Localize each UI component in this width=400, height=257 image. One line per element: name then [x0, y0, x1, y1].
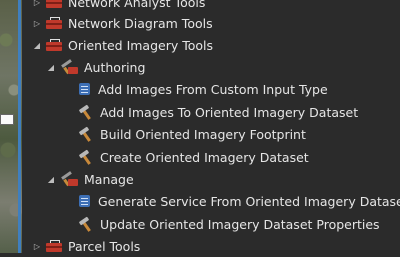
collapse-arrow-icon[interactable]: ◢ [46, 62, 56, 72]
tool-generate-service-from-oriented-imagery-dataset[interactable]: Generate Service From Oriented Imagery D… [78, 190, 400, 212]
tree-item-label: Authoring [84, 59, 146, 75]
map-view-edge [0, 0, 22, 253]
map-view-border [18, 0, 21, 253]
tool-label: Add Images From Custom Input Type [98, 81, 328, 97]
tree-item-authoring-toolset[interactable]: ◢ Authoring [46, 56, 145, 78]
script-tool-icon [78, 194, 92, 208]
hammer-tool-icon [78, 216, 94, 232]
geoprocessing-toolbox-tree: ▷ Network Analyst Tools ▷ Network Diagra… [22, 0, 400, 254]
tool-build-oriented-imagery-footprint[interactable]: Build Oriented Imagery Footprint [78, 123, 306, 145]
tool-label: Build Oriented Imagery Footprint [100, 126, 306, 142]
toolbox-icon [46, 39, 62, 51]
map-label-marker [0, 114, 14, 125]
tree-item-label: Oriented Imagery Tools [68, 37, 214, 53]
expand-arrow-icon[interactable]: ▷ [32, 18, 42, 28]
tree-item-label: Network Diagram Tools [68, 15, 213, 31]
tree-item-network-diagram-tools[interactable]: ▷ Network Diagram Tools [32, 12, 213, 34]
tool-add-images-to-oriented-imagery-dataset[interactable]: Add Images To Oriented Imagery Dataset [78, 101, 358, 123]
tree-item-label: Parcel Tools [68, 238, 141, 254]
toolset-icon [60, 59, 78, 75]
tool-label: Create Oriented Imagery Dataset [100, 149, 309, 165]
expand-arrow-icon[interactable]: ▷ [32, 241, 42, 251]
tool-label: Add Images To Oriented Imagery Dataset [100, 104, 359, 120]
tree-item-manage-toolset[interactable]: ◢ Manage [46, 168, 134, 190]
tool-update-oriented-imagery-dataset-properties[interactable]: Update Oriented Imagery Dataset Properti… [78, 213, 380, 235]
script-tool-icon [78, 82, 92, 96]
toolbox-icon [46, 240, 62, 252]
tool-label: Generate Service From Oriented Imagery D… [98, 193, 400, 209]
tool-create-oriented-imagery-dataset[interactable]: Create Oriented Imagery Dataset [78, 146, 309, 168]
toolbox-icon [46, 17, 62, 29]
collapse-arrow-icon[interactable]: ◢ [46, 174, 56, 184]
hammer-tool-icon [78, 104, 94, 120]
tree-item-label: Network Analyst Tools [68, 0, 206, 10]
tool-label: Update Oriented Imagery Dataset Properti… [100, 216, 380, 232]
hammer-tool-icon [78, 126, 94, 142]
collapse-arrow-icon[interactable]: ◢ [32, 40, 42, 50]
expand-arrow-icon[interactable]: ▷ [32, 0, 42, 7]
tree-item-label: Manage [84, 171, 134, 187]
toolbox-icon [46, 0, 62, 8]
tree-item-parcel-tools[interactable]: ▷ Parcel Tools [32, 235, 140, 257]
hammer-tool-icon [78, 149, 94, 165]
tree-item-oriented-imagery-tools[interactable]: ◢ Oriented Imagery Tools [32, 34, 213, 56]
tool-add-images-from-custom-input-type[interactable]: Add Images From Custom Input Type [78, 78, 328, 100]
toolset-icon [60, 171, 78, 187]
